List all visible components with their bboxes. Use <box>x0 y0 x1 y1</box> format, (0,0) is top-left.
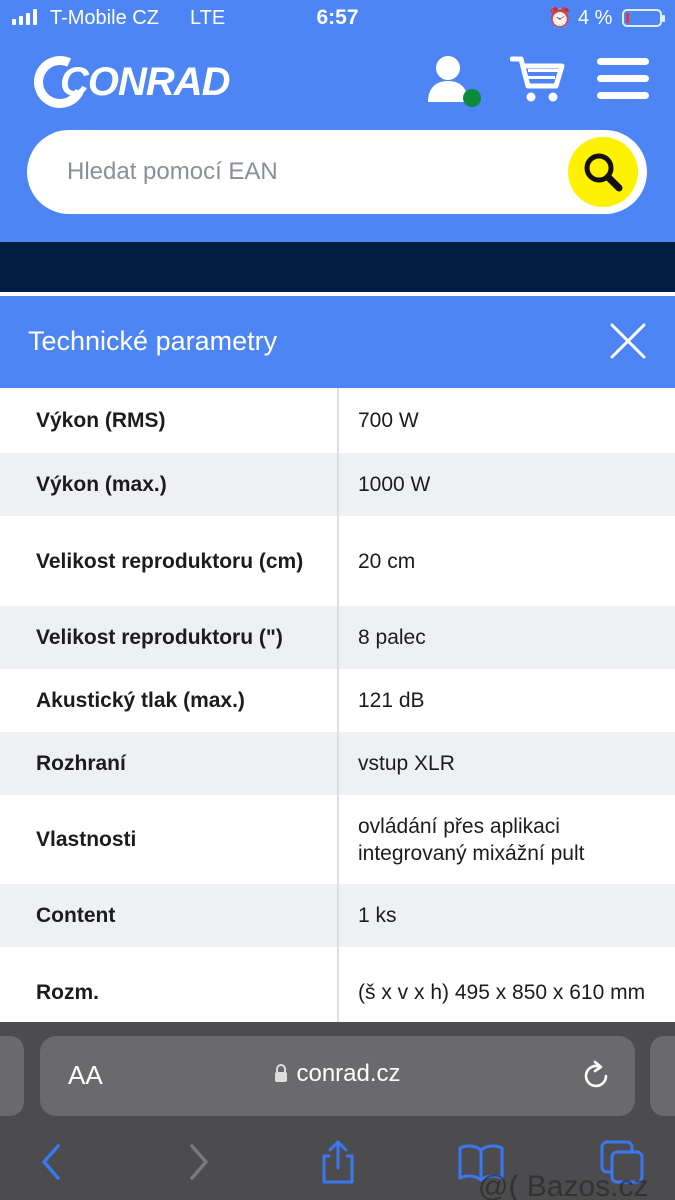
close-button[interactable] <box>606 319 650 363</box>
tech-params-header: Technické parametry <box>0 296 675 388</box>
spec-label: Výkon (RMS) <box>36 409 166 432</box>
forward-icon[interactable] <box>176 1140 220 1184</box>
spec-label: Vlastnosti <box>36 828 137 851</box>
battery-icon <box>622 9 665 27</box>
spec-label: Akustický tlak (max.) <box>36 689 245 712</box>
watermark: @( Bazos.cz <box>478 1170 649 1200</box>
status-bar: T-Mobile CZ LTE 6:57 ⏰ 4 % <box>0 0 675 36</box>
spec-row: Velikost reproduktoru (") 8 palec <box>0 606 675 669</box>
browser-toolbar: AA conrad.cz @( Bazos.cz <box>0 1022 675 1200</box>
search-bar <box>27 130 647 214</box>
search-icon <box>584 153 623 192</box>
spec-value: 8 palec <box>358 626 426 649</box>
site-header: CONRAD <box>0 36 675 242</box>
previous-tab[interactable] <box>0 1036 24 1116</box>
url-text: conrad.cz <box>296 1060 401 1087</box>
navigation-band <box>0 242 675 292</box>
spec-row: Vlastnosti ovládání přes aplikaci integr… <box>0 795 675 884</box>
lock-icon <box>275 1064 288 1082</box>
close-icon <box>610 323 646 359</box>
next-tab[interactable] <box>650 1036 675 1116</box>
spec-value: 700 W <box>358 409 419 432</box>
spec-value: 1 ks <box>358 904 397 927</box>
cart-icon <box>509 56 565 102</box>
reload-icon[interactable] <box>578 1058 614 1094</box>
specs-table: Výkon (RMS) 700 W Výkon (max.) 1000 W Ve… <box>0 388 675 1037</box>
spec-label: Velikost reproduktoru (") <box>36 626 283 649</box>
alarm-icon: ⏰ <box>548 8 572 29</box>
account-button[interactable] <box>426 54 484 110</box>
spec-value: vstup XLR <box>358 752 455 775</box>
spec-value: 121 dB <box>358 689 425 712</box>
spec-label: Výkon (max.) <box>36 473 167 496</box>
address-bar[interactable]: AA conrad.cz <box>40 1036 635 1116</box>
spec-row: Content 1 ks <box>0 884 675 947</box>
battery-percent: 4 % <box>578 7 613 29</box>
user-icon <box>428 56 481 107</box>
spec-row: Výkon (RMS) 700 W <box>0 388 675 453</box>
hamburger-icon <box>597 58 649 65</box>
menu-button[interactable] <box>597 58 649 102</box>
back-icon[interactable] <box>30 1140 74 1184</box>
cart-button[interactable] <box>509 54 566 104</box>
spec-value: ovládání přes aplikaci integrovaný mixáž… <box>358 814 585 865</box>
spec-row: Velikost reproduktoru (cm) 20 cm <box>0 516 675 606</box>
spec-row: Výkon (max.) 1000 W <box>0 453 675 516</box>
conrad-logo[interactable]: CONRAD <box>26 48 244 116</box>
search-input[interactable] <box>67 130 567 214</box>
spec-label: Velikost reproduktoru (cm) <box>36 549 304 573</box>
spec-row: Akustický tlak (max.) 121 dB <box>0 669 675 732</box>
spec-value: 1000 W <box>358 473 431 496</box>
spec-value: 20 cm <box>358 549 416 573</box>
spec-label: Content <box>36 904 116 927</box>
spec-value: (š x v x h) 495 x 850 x 610 mm <box>358 980 646 1004</box>
spec-label: Rozhraní <box>36 752 126 775</box>
clock: 6:57 <box>316 6 359 29</box>
search-button[interactable] <box>568 137 638 207</box>
share-icon[interactable] <box>316 1140 360 1184</box>
spec-label: Rozm. <box>36 980 99 1004</box>
spec-row: Rozhraní vstup XLR <box>0 732 675 795</box>
panel-title: Technické parametry <box>28 326 278 356</box>
